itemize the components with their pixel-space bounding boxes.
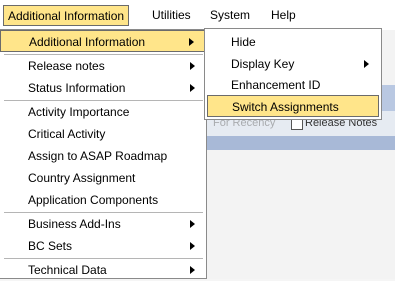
menu-item-status-information[interactable]: Status Information [0, 77, 205, 99]
submenu-arrow-icon [189, 38, 194, 46]
submenu-arrow-icon [190, 242, 195, 250]
menu-item-label: Technical Data [28, 263, 107, 277]
menu-item-application-components[interactable]: Application Components [0, 189, 205, 211]
menu-utilities[interactable]: Utilities [148, 5, 195, 26]
submenu-item-label: Display Key [231, 57, 295, 71]
menu-item-release-notes[interactable]: Release notes [0, 55, 205, 77]
menu-item-label: Additional Information [29, 35, 146, 49]
submenu-arrow-icon [190, 266, 195, 274]
menu-item-activity-importance[interactable]: Activity Importance [0, 101, 205, 123]
menu-item-label: Business Add-Ins [28, 217, 121, 231]
submenu-item-hide[interactable]: Hide [207, 31, 379, 53]
submenu-arrow-icon [364, 60, 369, 68]
submenu-item-display-key[interactable]: Display Key [207, 53, 379, 75]
menu-item-label: Status Information [28, 81, 126, 95]
additional-information-menu: Additional Information Release notes Sta… [0, 29, 207, 279]
submenu-arrow-icon [190, 84, 195, 92]
menu-item-label: BC Sets [28, 239, 73, 253]
menu-item-country-assignment[interactable]: Country Assignment [0, 167, 205, 189]
menu-item-critical-activity[interactable]: Critical Activity [0, 123, 205, 145]
submenu-item-enhancement-id[interactable]: Enhancement ID [207, 74, 379, 96]
menu-item-technical-data[interactable]: Technical Data [0, 259, 205, 281]
submenu-item-switch-assignments[interactable]: Switch Assignments [207, 95, 379, 117]
menu-item-assign-roadmap[interactable]: Assign to ASAP Roadmap [0, 145, 205, 167]
menu-item-additional-information[interactable]: Additional Information [0, 30, 205, 52]
menu-item-label: Release notes [28, 59, 105, 73]
menu-item-bc-sets[interactable]: BC Sets [0, 235, 205, 257]
additional-information-submenu: Hide Display Key Enhancement ID Switch A… [204, 28, 382, 120]
submenu-arrow-icon [190, 62, 195, 70]
submenu-arrow-icon [190, 220, 195, 228]
menu-help[interactable]: Help [267, 5, 300, 26]
background-tab-strip [207, 136, 395, 150]
menu-additional-information[interactable]: Additional Information [3, 5, 130, 26]
menu-item-business-add-ins[interactable]: Business Add-Ins [0, 213, 205, 235]
menu-system[interactable]: System [206, 5, 254, 26]
menu-bar: Additional Information Utilities System … [0, 0, 395, 31]
